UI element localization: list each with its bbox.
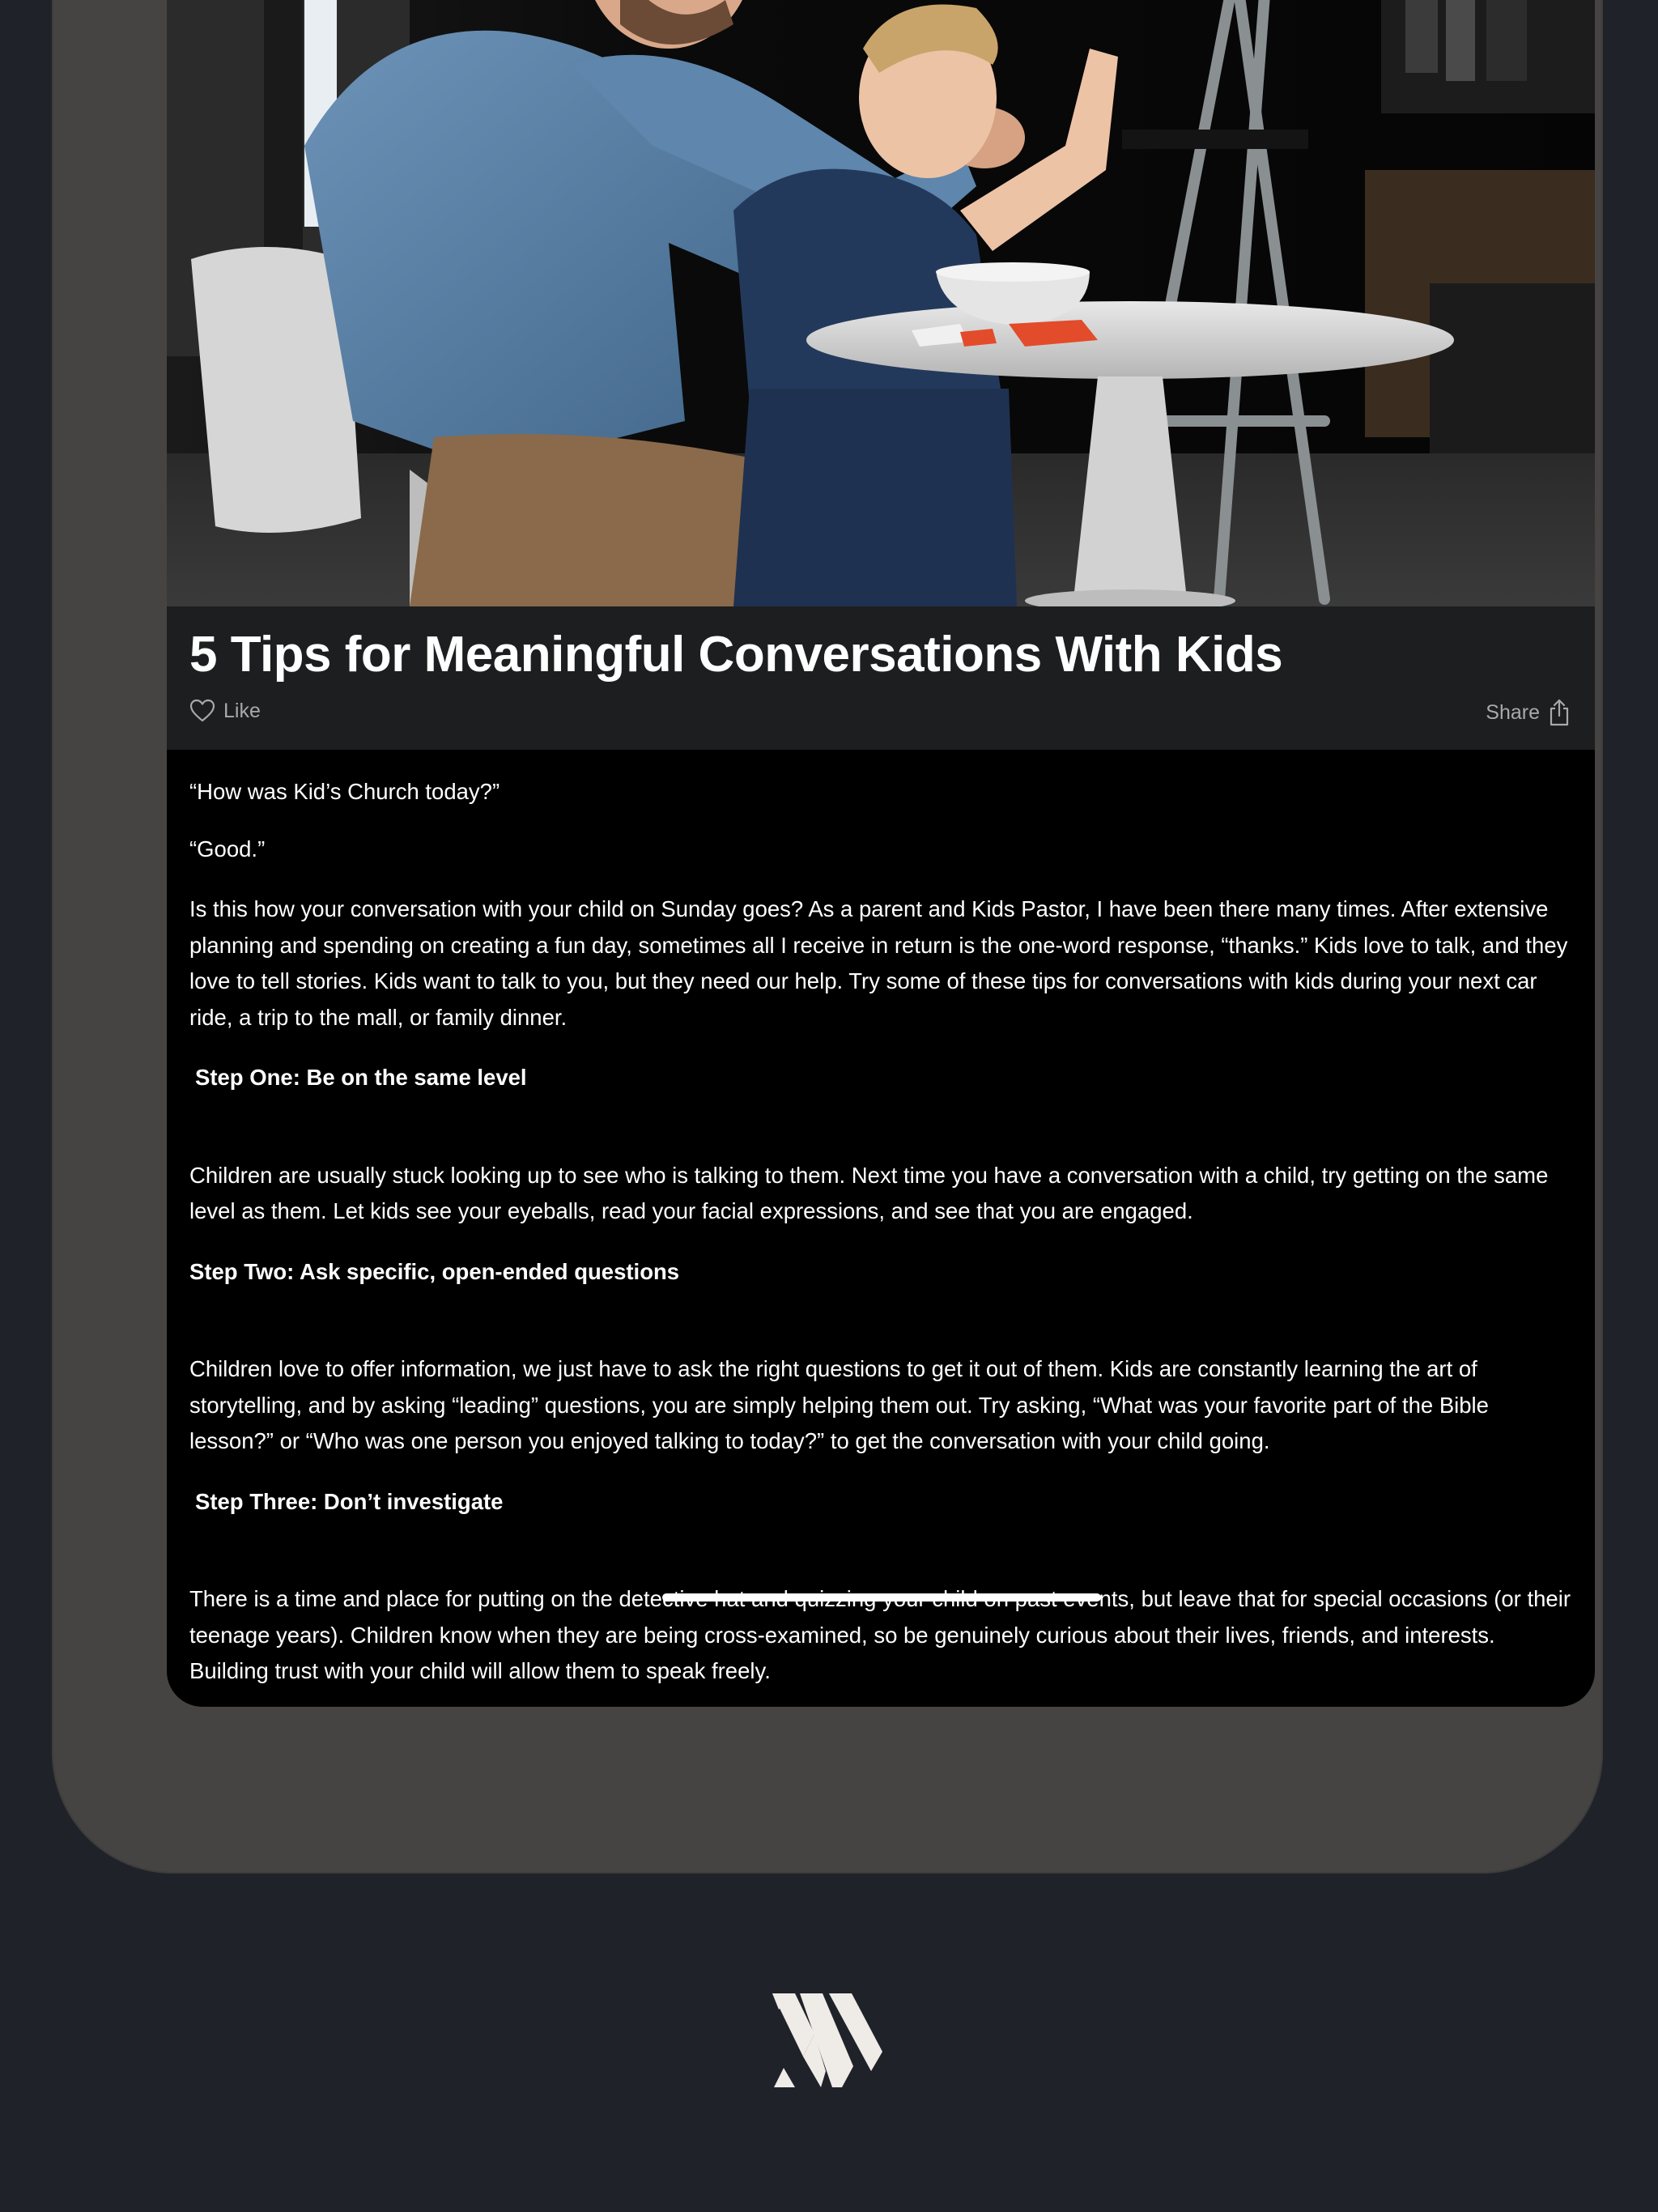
share-label: Share [1486, 700, 1540, 724]
step-heading: Step One: Be on the same level [195, 1065, 527, 1090]
like-button[interactable]: Like [189, 699, 261, 723]
app-screen: 5 Tips for Meaningful Conversations With… [167, 0, 1595, 1707]
article-paragraph: Children love to offer information, we j… [189, 1356, 1489, 1453]
page: 5 Tips for Meaningful Conversations With… [0, 0, 1658, 2212]
share-icon [1548, 699, 1571, 726]
share-button[interactable]: Share [1486, 699, 1571, 726]
article-hero-image [167, 0, 1595, 606]
like-label: Like [223, 699, 261, 722]
article-paragraph: “How was Kid’s Church today?” [189, 779, 500, 804]
article-body: “How was Kid’s Church today?” “Good.” Is… [189, 774, 1574, 1707]
heart-icon [189, 699, 215, 723]
article-paragraph: Is this how your conversation with your … [189, 896, 1568, 1030]
article-title: 5 Tips for Meaningful Conversations With… [189, 627, 1283, 683]
article-paragraph: Children are usually stuck looking up to… [189, 1162, 1549, 1224]
step-heading: Step Three: Don’t investigate [195, 1488, 504, 1514]
step-heading: Step Two: Ask specific, open-ended quest… [189, 1258, 680, 1284]
article-paragraph: “Good.” [189, 836, 266, 861]
home-indicator[interactable] [662, 1593, 1101, 1602]
brand-logo [772, 1993, 886, 2092]
device-frame: 5 Tips for Meaningful Conversations With… [52, 0, 1603, 1874]
article-header: 5 Tips for Meaningful Conversations With… [167, 606, 1595, 750]
